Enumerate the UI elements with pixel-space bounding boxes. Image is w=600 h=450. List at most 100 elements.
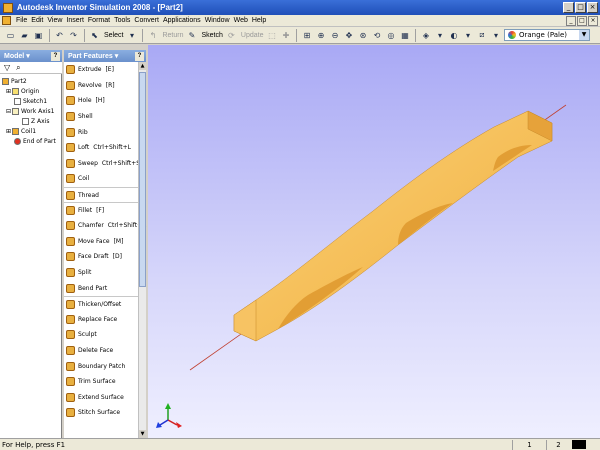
doc-close-button[interactable]: × <box>588 16 598 26</box>
feature-replace-face[interactable]: Replace Face <box>64 312 138 328</box>
feature-boundary-patch[interactable]: Boundary Patch <box>64 358 138 374</box>
feature-face-draft[interactable]: Face Draft [D] <box>64 249 138 265</box>
tree-item-origin[interactable]: ⊞ Origin <box>0 86 62 96</box>
menu-file[interactable]: File <box>14 17 29 24</box>
view-triad <box>156 403 182 428</box>
zoom-icon[interactable]: ⊖ <box>328 29 341 42</box>
filter-icon[interactable]: ▽ <box>4 63 10 72</box>
feature-rib[interactable]: Rib <box>64 124 138 140</box>
feature-bend-part[interactable]: Bend Part <box>64 280 138 296</box>
menu-edit[interactable]: Edit <box>29 17 45 24</box>
expand-icon[interactable]: ⊞ <box>6 88 11 95</box>
look-at-icon[interactable]: ◎ <box>384 29 397 42</box>
features-panel-header[interactable]: Part Features ▾ ? <box>64 50 146 62</box>
undo-icon[interactable]: ↶ <box>53 29 66 42</box>
camera-icon[interactable]: ▦ <box>398 29 411 42</box>
doc-minimize-button[interactable]: _ <box>566 16 576 26</box>
scroll-down-icon[interactable]: ▼ <box>139 430 146 438</box>
select-button[interactable]: Select <box>102 32 125 39</box>
menu-convert[interactable]: Convert <box>132 17 161 24</box>
expand-icon[interactable]: ⊞ <box>6 128 11 135</box>
add-icon[interactable]: ✚ <box>279 29 292 42</box>
model-panel-header[interactable]: Model ▾ ? <box>0 50 62 62</box>
collapse-icon[interactable]: ⊟ <box>6 108 11 115</box>
feature-label: Bend Part <box>78 284 108 292</box>
feature-delete-face[interactable]: Delete Face <box>64 343 138 359</box>
feature-sculpt[interactable]: Sculpt <box>64 327 138 343</box>
tree-item-z-axis[interactable]: Z Axis <box>0 116 62 126</box>
menu-help[interactable]: Help <box>250 17 268 24</box>
menu-format[interactable]: Format <box>86 17 112 24</box>
menu-applications[interactable]: Applications <box>161 17 203 24</box>
menu-tools[interactable]: Tools <box>112 17 132 24</box>
twisted-part-body[interactable] <box>233 110 553 342</box>
menu-window[interactable]: Window <box>203 17 232 24</box>
display-mode-icon[interactable]: ◈ <box>419 29 432 42</box>
section-view-icon[interactable]: ⧄ <box>475 29 488 42</box>
zoom-selected-icon[interactable]: ⊛ <box>356 29 369 42</box>
maximize-button[interactable]: □ <box>575 2 586 13</box>
menu-web[interactable]: Web <box>232 17 250 24</box>
feature-shell[interactable]: Shell <box>64 109 138 125</box>
rotate-icon[interactable]: ⟲ <box>370 29 383 42</box>
help-icon[interactable]: ? <box>51 51 60 61</box>
feature-fillet[interactable]: Fillet [F] <box>64 202 138 218</box>
graphics-viewport[interactable] <box>148 45 600 438</box>
tree-item-work-axis[interactable]: ⊟ Work Axis1 <box>0 106 62 116</box>
chevron-down-icon[interactable]: ▾ <box>489 29 502 42</box>
new-file-icon[interactable]: ▭ <box>4 29 17 42</box>
feature-hole[interactable]: Hole [H] <box>64 93 138 109</box>
feature-stitch-surface[interactable]: Stitch Surface <box>64 405 138 421</box>
sketch-button[interactable]: Sketch <box>199 32 224 39</box>
update-button[interactable]: Update <box>239 32 266 39</box>
color-dropdown[interactable]: Orange (Pale) ▼ <box>504 29 590 41</box>
feature-extend-surface[interactable]: Extend Surface <box>64 389 138 405</box>
face-draft-icon <box>66 252 75 262</box>
find-icon[interactable]: ⌕ <box>16 63 20 73</box>
scroll-up-icon[interactable]: ▲ <box>139 62 146 70</box>
feature-revolve[interactable]: Revolve [R] <box>64 78 138 94</box>
feature-coil[interactable]: Coil <box>64 171 138 187</box>
feature-label: Sweep <box>78 159 98 167</box>
document-icon[interactable] <box>2 16 11 25</box>
feature-trim-surface[interactable]: Trim Surface <box>64 374 138 390</box>
redo-icon[interactable]: ↷ <box>67 29 80 42</box>
feature-split[interactable]: Split <box>64 265 138 281</box>
features-scrollbar[interactable]: ▲ ▼ <box>138 62 146 438</box>
open-file-icon[interactable]: ▰ <box>18 29 31 42</box>
save-icon[interactable]: ▣ <box>32 29 45 42</box>
menu-view[interactable]: View <box>45 17 64 24</box>
return-button[interactable]: Return <box>160 32 185 39</box>
trim-surface-icon <box>66 377 75 387</box>
chevron-down-icon[interactable]: ▼ <box>579 30 589 40</box>
chevron-down-icon[interactable]: ▾ <box>125 29 138 42</box>
help-icon[interactable]: ? <box>135 51 144 61</box>
tree-item-sketch[interactable]: Sketch1 <box>0 96 62 106</box>
zoom-window-icon[interactable]: ⊕ <box>314 29 327 42</box>
tree-item-part[interactable]: Part2 <box>0 76 62 86</box>
parameters-icon[interactable]: ⬚ <box>265 29 278 42</box>
feature-chamfer[interactable]: Chamfer Ctrl+Shift+K <box>64 218 146 234</box>
feature-thicken-offset[interactable]: Thicken/Offset <box>64 295 138 312</box>
shadow-icon[interactable]: ◐ <box>447 29 460 42</box>
tree-item-end-of-part[interactable]: End of Part <box>0 136 62 146</box>
menu-insert[interactable]: Insert <box>64 17 86 24</box>
zoom-all-icon[interactable]: ⊞ <box>300 29 313 42</box>
close-button[interactable]: × <box>587 2 598 13</box>
feature-thread[interactable]: Thread <box>64 186 138 203</box>
chevron-down-icon[interactable]: ▾ <box>115 52 119 60</box>
window-controls: _ □ × <box>563 2 598 13</box>
chevron-down-icon[interactable]: ▾ <box>461 29 474 42</box>
feature-extrude[interactable]: Extrude [E] <box>64 62 138 78</box>
minimize-button[interactable]: _ <box>563 2 574 13</box>
chevron-down-icon[interactable]: ▾ <box>433 29 446 42</box>
chevron-down-icon[interactable]: ▾ <box>26 52 30 60</box>
doc-restore-button[interactable]: □ <box>577 16 587 26</box>
pan-icon[interactable]: ✥ <box>342 29 355 42</box>
feature-sweep[interactable]: Sweep Ctrl+Shift+S <box>64 156 140 172</box>
tree-item-coil[interactable]: ⊞ Coil1 <box>0 126 62 136</box>
feature-move-face[interactable]: Move Face [M] <box>64 234 138 250</box>
inventor-app-icon <box>3 2 13 13</box>
feature-loft[interactable]: Loft Ctrl+Shift+L <box>64 140 138 156</box>
scroll-thumb[interactable] <box>139 72 146 287</box>
